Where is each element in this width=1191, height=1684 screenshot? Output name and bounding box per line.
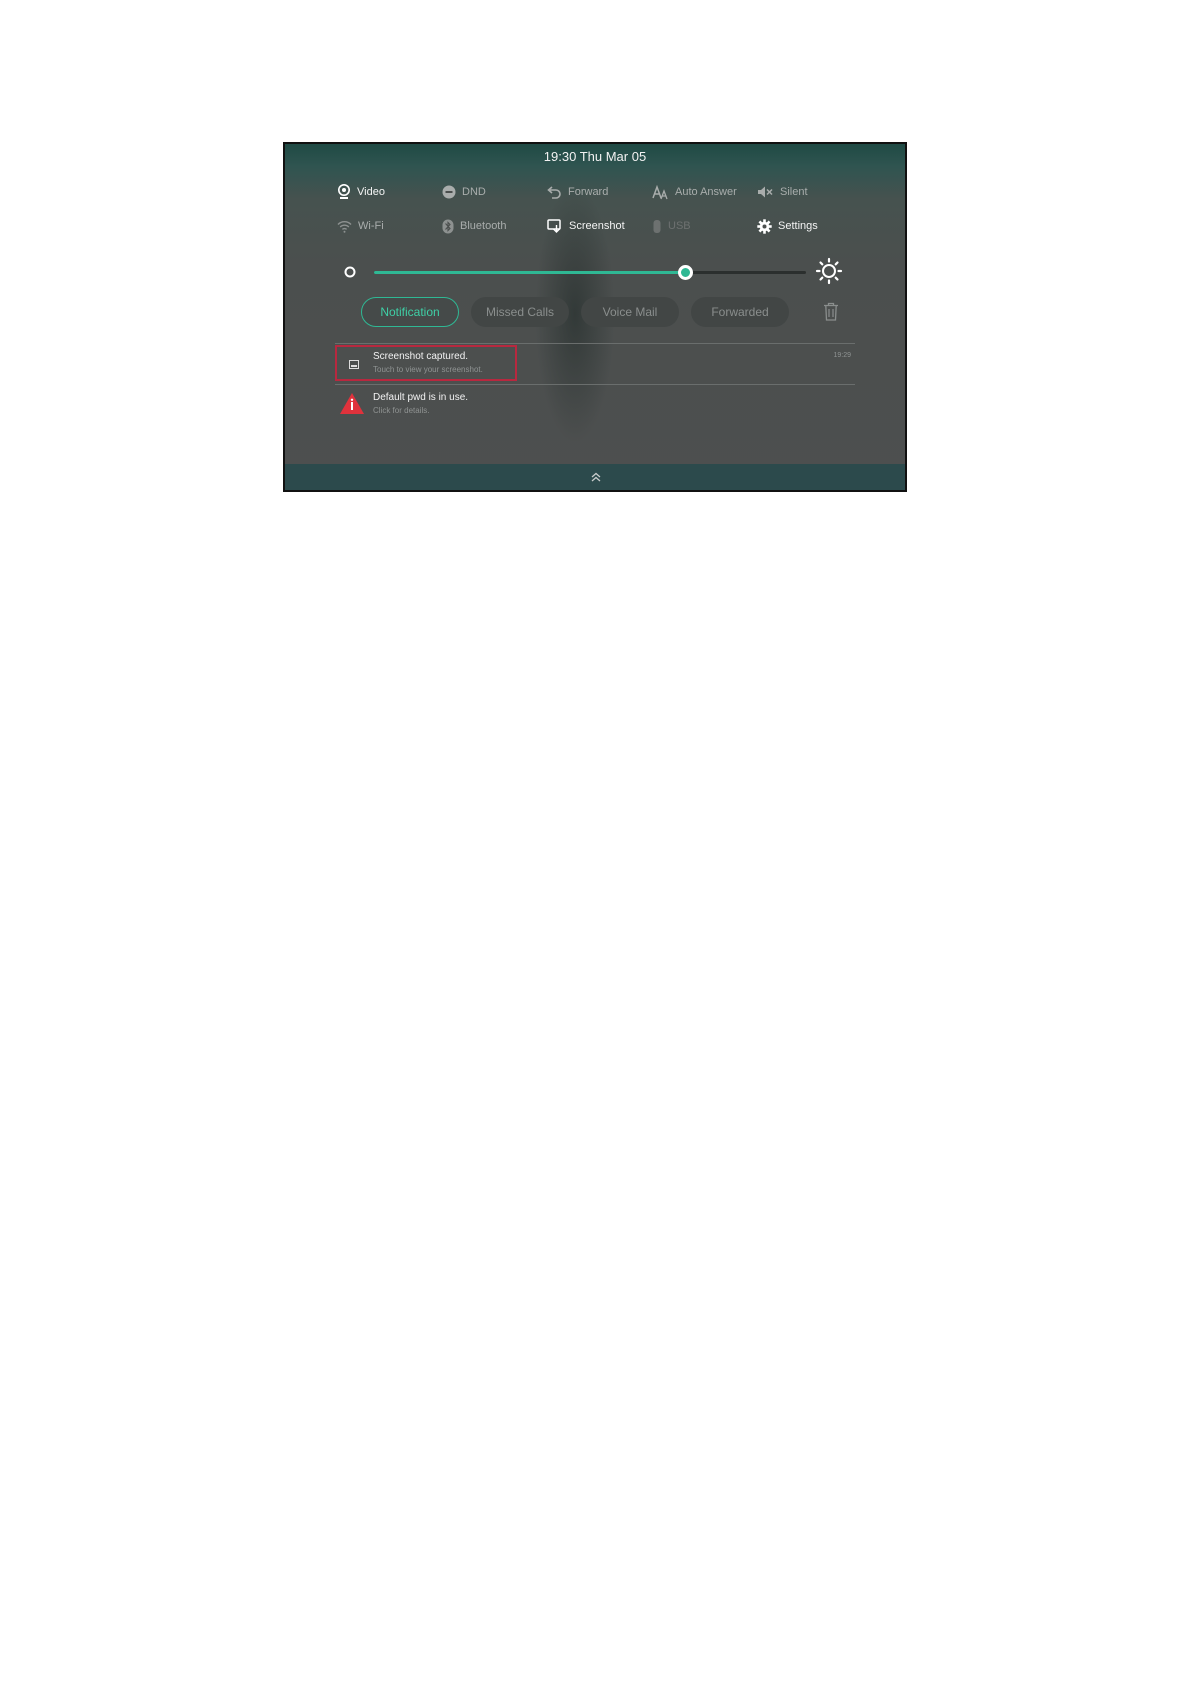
qs-label: Video xyxy=(357,186,385,198)
tab-notification[interactable]: Notification xyxy=(361,297,459,327)
qs-bluetooth-button[interactable]: Bluetooth xyxy=(442,216,506,236)
qs-dnd-button[interactable]: DND xyxy=(442,182,486,202)
bluetooth-icon xyxy=(442,219,454,233)
bottom-bar xyxy=(285,464,905,490)
notification-subtitle: Click for details. xyxy=(373,406,430,415)
qs-screenshot-button[interactable]: Screenshot xyxy=(547,216,625,236)
wifi-icon xyxy=(337,220,352,233)
qs-label: Forward xyxy=(568,186,609,198)
forward-icon xyxy=(547,186,561,199)
qs-auto-answer-button[interactable]: Auto Answer xyxy=(652,182,737,202)
brightness-high-icon xyxy=(815,257,843,285)
qs-silent-button[interactable]: Silent xyxy=(757,182,808,202)
tab-voice-mail[interactable]: Voice Mail xyxy=(581,297,679,327)
qs-usb-button[interactable]: USB xyxy=(652,216,691,236)
qs-wifi-button[interactable]: Wi-Fi xyxy=(337,216,384,236)
silent-icon xyxy=(758,186,773,198)
qs-label: USB xyxy=(668,220,691,232)
qs-forward-button[interactable]: Forward xyxy=(547,182,608,202)
notification-panel: 19:30 Thu Mar 05 Video DND Forward Auto … xyxy=(283,142,907,492)
brightness-slider-fill xyxy=(374,271,686,274)
qs-video-button[interactable]: Video xyxy=(337,182,385,202)
divider xyxy=(335,343,855,344)
auto-answer-icon xyxy=(652,184,668,199)
qs-label: Settings xyxy=(778,220,818,232)
qs-label: Screenshot xyxy=(569,220,625,232)
qs-label: Auto Answer xyxy=(675,186,737,198)
usb-icon xyxy=(653,219,661,233)
qs-label: Wi-Fi xyxy=(358,220,384,232)
tab-missed-calls[interactable]: Missed Calls xyxy=(471,297,569,327)
brightness-slider[interactable] xyxy=(374,265,806,280)
brightness-low-icon xyxy=(344,266,356,278)
qs-label: DND xyxy=(462,186,486,198)
notification-time: 19:29 xyxy=(833,352,851,359)
video-icon xyxy=(338,184,350,199)
highlight-box xyxy=(335,345,517,381)
status-time: 19:30 Thu Mar 05 xyxy=(543,149,647,164)
chevron-up-icon[interactable] xyxy=(590,472,602,482)
qs-label: Silent xyxy=(780,186,808,198)
warning-icon xyxy=(340,393,364,414)
screenshot-icon xyxy=(547,219,561,233)
gear-icon xyxy=(757,218,772,234)
tab-forwarded[interactable]: Forwarded xyxy=(691,297,789,327)
qs-settings-button[interactable]: Settings xyxy=(757,216,818,236)
notification-item-default-pwd[interactable]: Default pwd is in use. Click for details… xyxy=(337,387,857,423)
divider xyxy=(335,384,855,385)
trash-icon[interactable] xyxy=(823,302,839,321)
qs-label: Bluetooth xyxy=(460,220,507,232)
notification-title: Default pwd is in use. xyxy=(373,392,469,403)
dnd-icon xyxy=(442,185,456,199)
brightness-slider-thumb[interactable] xyxy=(677,265,693,280)
